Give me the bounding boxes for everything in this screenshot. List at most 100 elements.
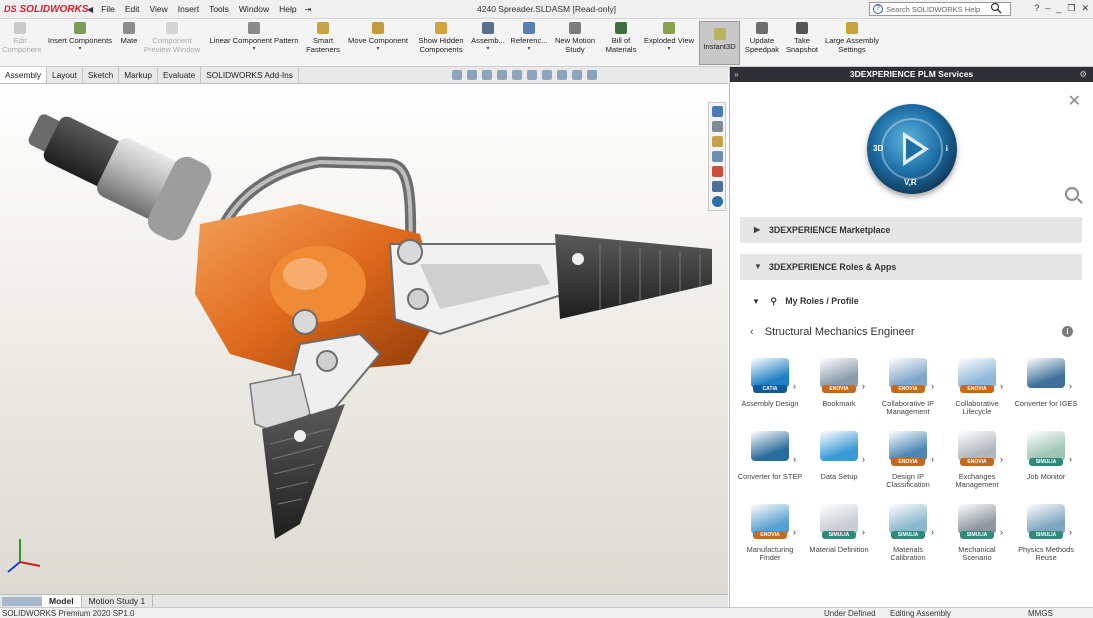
solidworks-logo[interactable]: DS SOLIDWORKS	[0, 0, 88, 19]
3dexperience-icon[interactable]	[711, 196, 723, 207]
app-menu-chevron-icon[interactable]: ›	[931, 527, 934, 537]
tab-addins[interactable]: SOLIDWORKS Add-Ins	[201, 67, 299, 83]
app-tile[interactable]: SIMULIA › Job Monitor	[1013, 431, 1079, 481]
pin-menu-icon[interactable]: ⇥	[302, 5, 315, 14]
display-style-icon[interactable]	[527, 70, 537, 80]
3d-compass-icon[interactable]: 3D i V,R	[867, 104, 957, 194]
tab-evaluate[interactable]: Evaluate	[158, 67, 202, 83]
dash-button[interactable]: –	[1045, 3, 1050, 14]
menu-expand-arrow-icon[interactable]: ◀	[84, 5, 96, 14]
help-button[interactable]: ?	[1034, 3, 1039, 14]
app-menu-chevron-icon[interactable]: ›	[931, 454, 934, 464]
app-tile[interactable]: ENOVIA › Exchanges Management	[944, 431, 1010, 490]
app-tile[interactable]: CATIA › Assembly Design	[737, 358, 803, 408]
tab-motion-study-1[interactable]: Motion Study 1	[82, 595, 154, 607]
app-menu-chevron-icon[interactable]: ›	[1000, 527, 1003, 537]
app-tile[interactable]: › Converter for STEP	[737, 431, 803, 481]
section-view-icon[interactable]	[497, 70, 507, 80]
exploded-view-button[interactable]: Exploded View ▾	[642, 22, 696, 54]
restore-button[interactable]: ❐	[1067, 3, 1075, 14]
menu-view[interactable]: View	[145, 4, 173, 14]
graphics-area[interactable]	[0, 84, 728, 594]
assembly-features-button[interactable]: Assemb... ▾	[469, 22, 507, 54]
collapse-panel-icon[interactable]: »	[734, 67, 739, 82]
mate-button[interactable]: Mate	[116, 22, 142, 45]
app-menu-chevron-icon[interactable]: ›	[793, 454, 796, 464]
zoom-to-area-icon[interactable]	[467, 70, 477, 80]
view-orientation-icon[interactable]	[512, 70, 522, 80]
app-menu-chevron-icon[interactable]: ›	[1000, 381, 1003, 391]
show-hidden-button[interactable]: Show Hidden Components	[415, 22, 467, 54]
app-menu-chevron-icon[interactable]: ›	[862, 381, 865, 391]
app-menu-chevron-icon[interactable]: ›	[793, 381, 796, 391]
panel-search-icon[interactable]	[1065, 187, 1079, 201]
back-chevron-icon[interactable]: ‹	[750, 326, 754, 338]
insert-components-button[interactable]: Insert Components ▾	[44, 22, 116, 54]
linear-pattern-button[interactable]: Linear Component Pattern ▾	[205, 22, 303, 54]
search-icon[interactable]	[990, 2, 1002, 14]
menu-help[interactable]: Help	[274, 4, 301, 14]
app-tile[interactable]: ENOVIA › Manufacturing Finder	[737, 504, 803, 563]
bill-of-materials-button[interactable]: Bill of Materials	[601, 22, 641, 54]
app-tile[interactable]: SIMULIA › Materials Calibration	[875, 504, 941, 563]
menu-insert[interactable]: Insert	[173, 4, 204, 14]
panel-settings-icon[interactable]: ⚙	[1079, 67, 1087, 82]
tab-layout[interactable]: Layout	[47, 67, 83, 83]
previous-view-icon[interactable]	[482, 70, 492, 80]
tab-markup[interactable]: Markup	[119, 67, 158, 83]
take-snapshot-button[interactable]: Take Snapshot	[784, 22, 820, 54]
app-tile[interactable]: ENOVIA › Collaborative IP Management	[875, 358, 941, 417]
update-speedpak-button[interactable]: Update Speedpak	[742, 22, 782, 54]
menu-file[interactable]: File	[96, 4, 120, 14]
marketplace-section[interactable]: ▶ 3DEXPERIENCE Marketplace	[740, 217, 1082, 243]
app-menu-chevron-icon[interactable]: ›	[1069, 454, 1072, 464]
close-icon[interactable]: ✕	[1068, 91, 1081, 111]
hide-show-items-icon[interactable]	[542, 70, 552, 80]
zoom-to-fit-icon[interactable]	[452, 70, 462, 80]
app-tile[interactable]: ENOVIA › Collaborative Lifecycle	[944, 358, 1010, 417]
minimize-button[interactable]: _	[1056, 3, 1061, 14]
large-assembly-settings-button[interactable]: Large Assembly Settings	[822, 22, 882, 54]
appearances-icon[interactable]	[711, 166, 723, 177]
app-tile[interactable]: SIMULIA › Material Definition	[806, 504, 872, 554]
home-icon[interactable]	[711, 106, 723, 117]
custom-properties-icon[interactable]	[711, 181, 723, 192]
status-units[interactable]: MMGS	[1028, 608, 1053, 618]
tab-navigation-arrows-icon[interactable]	[2, 596, 42, 606]
app-menu-chevron-icon[interactable]: ›	[862, 527, 865, 537]
scene-icon[interactable]	[572, 70, 582, 80]
edit-component-button[interactable]: Edit Component	[2, 22, 41, 54]
app-menu-chevron-icon[interactable]: ›	[862, 454, 865, 464]
tab-assembly[interactable]: Assembly	[0, 67, 47, 83]
smart-fasteners-button[interactable]: Smart Fasteners	[304, 22, 342, 54]
tab-model[interactable]: Model	[42, 595, 82, 607]
app-tile[interactable]: › Data Setup	[806, 431, 872, 481]
app-menu-chevron-icon[interactable]: ›	[1069, 381, 1072, 391]
reference-geometry-button[interactable]: Referenc... ▾	[509, 22, 549, 54]
design-library-icon[interactable]	[711, 121, 723, 132]
app-tile[interactable]: SIMULIA › Mechanical Scenario	[944, 504, 1010, 563]
roles-apps-section[interactable]: ▼ 3DEXPERIENCE Roles & Apps	[740, 254, 1082, 280]
close-window-button[interactable]: ✕	[1081, 3, 1089, 14]
move-component-button[interactable]: Move Component ▾	[344, 22, 412, 54]
new-motion-study-button[interactable]: New Motion Study	[551, 22, 599, 54]
instant3d-button[interactable]: Instant3D	[699, 21, 740, 65]
menu-tools[interactable]: Tools	[204, 4, 234, 14]
app-tile[interactable]: SIMULIA › Physics Methods Reuse	[1013, 504, 1079, 563]
file-explorer-icon[interactable]	[711, 136, 723, 147]
menu-edit[interactable]: Edit	[120, 4, 145, 14]
app-tile[interactable]: ENOVIA › Design IP Classification	[875, 431, 941, 490]
app-menu-chevron-icon[interactable]: ›	[1000, 454, 1003, 464]
appearance-icon[interactable]	[557, 70, 567, 80]
app-menu-chevron-icon[interactable]: ›	[931, 381, 934, 391]
tab-sketch[interactable]: Sketch	[83, 67, 120, 83]
menu-window[interactable]: Window	[234, 4, 274, 14]
app-tile[interactable]: ENOVIA › Bookmark	[806, 358, 872, 408]
app-menu-chevron-icon[interactable]: ›	[793, 527, 796, 537]
view-palette-icon[interactable]	[711, 151, 723, 162]
app-tile[interactable]: › Converter for IGES	[1013, 358, 1079, 408]
my-roles-toggle[interactable]: ▼ ⚲ My Roles / Profile	[752, 296, 859, 307]
view-settings-icon[interactable]	[587, 70, 597, 80]
component-preview-button[interactable]: Component Preview Window	[142, 22, 202, 54]
info-icon[interactable]: i	[1062, 326, 1073, 337]
